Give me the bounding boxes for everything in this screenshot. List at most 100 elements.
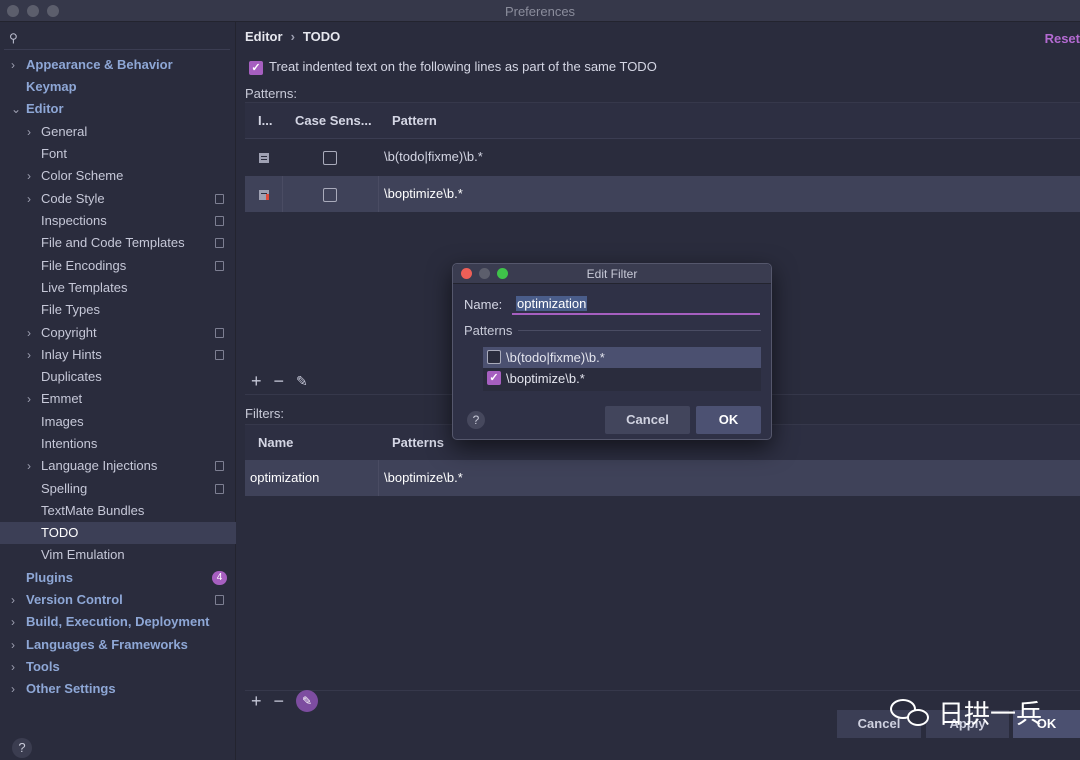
sidebar-item-label: Language Injections [41, 458, 158, 473]
column-header-case-sensitive[interactable]: Case Sens... [295, 113, 372, 128]
sidebar-item-font[interactable]: Font [0, 143, 236, 165]
chevron-right-icon[interactable]: › [27, 388, 31, 410]
column-divider [378, 460, 379, 496]
case-sensitive-checkbox[interactable] [323, 139, 337, 175]
todo-icon [258, 139, 270, 175]
project-settings-icon [215, 238, 224, 248]
dialog-cancel-button[interactable]: Cancel [605, 406, 690, 434]
chevron-right-icon[interactable]: › [27, 121, 31, 143]
chevron-right-icon[interactable]: › [27, 344, 31, 366]
chevron-right-icon[interactable]: › [27, 165, 31, 187]
chevron-right-icon[interactable]: › [11, 611, 15, 633]
chevron-down-icon[interactable]: ⌄ [11, 98, 21, 120]
chevron-right-icon[interactable]: › [27, 322, 31, 344]
sidebar-item-appearance-behavior[interactable]: › Appearance & Behavior [0, 54, 236, 76]
filter-name-input[interactable]: optimization [512, 293, 760, 315]
sidebar-item-vim-emulation[interactable]: Vim Emulation [0, 544, 236, 566]
sidebar-item-label: Images [41, 414, 84, 429]
table-row[interactable]: optimization \boptimize\b.* [245, 460, 1080, 496]
treat-indented-checkbox-row[interactable]: Treat indented text on the following lin… [249, 59, 657, 75]
help-button[interactable]: ? [12, 738, 32, 758]
sidebar-item-copyright[interactable]: › Copyright [0, 322, 236, 344]
pattern-checkbox[interactable] [487, 371, 501, 385]
dialog-title: Edit Filter [586, 267, 638, 281]
project-settings-icon [215, 328, 224, 338]
sidebar-item-code-style[interactable]: › Code Style [0, 188, 236, 210]
list-item[interactable]: \b(todo|fixme)\b.* [483, 347, 761, 368]
pattern-cell: \boptimize\b.* [384, 186, 463, 201]
dialog-help-button[interactable]: ? [467, 411, 485, 429]
sidebar-item-file-types[interactable]: File Types [0, 299, 236, 321]
sidebar-item-label: Copyright [41, 325, 97, 340]
chevron-right-icon[interactable]: › [11, 678, 15, 700]
sidebar-item-version-control[interactable]: › Version Control [0, 589, 236, 611]
sidebar-item-label: Keymap [26, 79, 77, 94]
pattern-checkbox[interactable] [487, 350, 501, 364]
chevron-right-icon[interactable]: › [11, 634, 15, 656]
dialog-patterns-label: Patterns [464, 323, 513, 338]
reset-link[interactable]: Reset [1045, 31, 1080, 46]
sidebar-item-other-settings[interactable]: › Other Settings [0, 678, 236, 700]
sidebar-item-keymap[interactable]: Keymap [0, 76, 236, 98]
sidebar-item-todo[interactable]: TODO [0, 522, 236, 544]
sidebar-item-build-execution-deployment[interactable]: › Build, Execution, Deployment [0, 611, 236, 633]
chevron-right-icon[interactable]: › [11, 589, 15, 611]
remove-filter-button[interactable]: − [274, 691, 285, 712]
sidebar-item-label: Editor [26, 101, 64, 116]
chevron-right-icon[interactable]: › [27, 188, 31, 210]
column-header-name[interactable]: Name [258, 435, 293, 450]
table-row[interactable]: \b(todo|fixme)\b.* [245, 139, 1080, 175]
filters-table: Name Patterns optimization \boptimize\b.… [245, 424, 1080, 694]
sidebar-item-languages-frameworks[interactable]: › Languages & Frameworks [0, 634, 236, 656]
sidebar-item-file-encodings[interactable]: File Encodings [0, 255, 236, 277]
list-item[interactable]: \boptimize\b.* [483, 368, 761, 389]
case-sensitive-checkbox[interactable] [323, 176, 337, 212]
edit-filter-button[interactable]: ✎ [296, 690, 319, 712]
sidebar-item-intentions[interactable]: Intentions [0, 433, 236, 455]
sidebar-item-inspections[interactable]: Inspections [0, 210, 236, 232]
sidebar-item-file-code-templates[interactable]: File and Code Templates [0, 232, 236, 254]
add-filter-button[interactable]: + [251, 691, 262, 712]
chevron-right-icon[interactable]: › [27, 455, 31, 477]
patterns-table-header: I... Case Sens... Pattern [245, 103, 1080, 139]
sidebar-item-tools[interactable]: › Tools [0, 656, 236, 678]
chevron-right-icon[interactable]: › [11, 54, 15, 76]
breadcrumb-editor[interactable]: Editor [245, 29, 283, 44]
sidebar-item-label: Vim Emulation [41, 547, 125, 562]
filter-name-cell: optimization [250, 470, 320, 485]
sidebar-item-label: Font [41, 146, 68, 161]
sidebar-item-textmate-bundles[interactable]: TextMate Bundles [0, 500, 236, 522]
sidebar-item-general[interactable]: › General [0, 121, 236, 143]
settings-search-input[interactable]: ⚲ [4, 26, 230, 50]
chevron-right-icon[interactable]: › [11, 656, 15, 678]
sidebar-item-duplicates[interactable]: Duplicates [0, 366, 236, 388]
sidebar-item-editor[interactable]: ⌄ Editor [0, 98, 236, 120]
column-header-patterns[interactable]: Patterns [392, 435, 444, 450]
sidebar-item-images[interactable]: Images [0, 411, 236, 433]
sidebar-item-label: Languages & Frameworks [26, 637, 188, 652]
sidebar-item-spelling[interactable]: Spelling [0, 478, 236, 500]
sidebar-item-label: Live Templates [41, 280, 128, 295]
column-header-pattern[interactable]: Pattern [392, 113, 437, 128]
column-header-icon[interactable]: I... [258, 113, 272, 128]
edit-pattern-button[interactable]: ✎ [296, 373, 308, 390]
sidebar-item-label: Plugins [26, 570, 73, 585]
sidebar-item-label: Spelling [41, 481, 88, 496]
add-pattern-button[interactable]: + [251, 371, 262, 392]
sidebar-item-inlay-hints[interactable]: › Inlay Hints [0, 344, 236, 366]
table-row[interactable]: \boptimize\b.* [245, 176, 1080, 212]
sidebar-item-live-templates[interactable]: Live Templates [0, 277, 236, 299]
sidebar-item-language-injections[interactable]: › Language Injections [0, 455, 236, 477]
sidebar-item-label: Other Settings [26, 681, 116, 696]
sidebar-item-label: Intentions [41, 436, 98, 451]
sidebar-item-emmet[interactable]: › Emmet [0, 388, 236, 410]
sidebar-item-color-scheme[interactable]: › Color Scheme [0, 165, 236, 187]
project-settings-icon [215, 350, 224, 360]
dialog-ok-button[interactable]: OK [696, 406, 761, 434]
treat-indented-checkbox[interactable] [249, 60, 263, 75]
remove-pattern-button[interactable]: − [274, 371, 285, 392]
sidebar-item-plugins[interactable]: Plugins 4 [0, 567, 236, 589]
sidebar-item-label: File and Code Templates [41, 235, 185, 250]
pattern-text: \b(todo|fixme)\b.* [506, 350, 605, 365]
warning-todo-icon [258, 176, 270, 212]
